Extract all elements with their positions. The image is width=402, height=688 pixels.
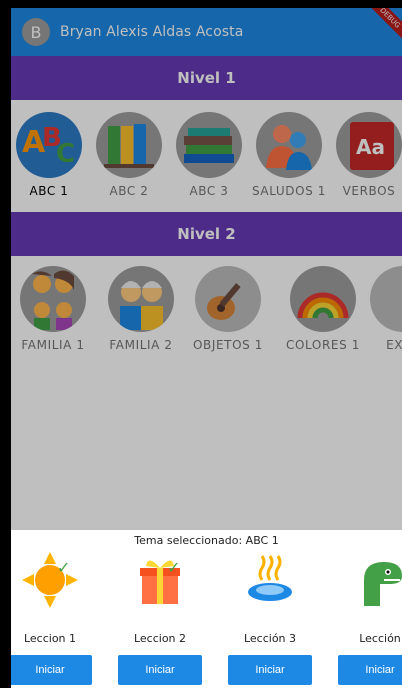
check-icon: ✓ [167,558,181,577]
lesson-bottom-sheet: Tema seleccionado: ABC 1 ✓ Leccion 1 Ini… [11,530,402,688]
modal-scrim[interactable] [11,8,402,530]
start-lesson-button[interactable]: Iniciar [11,655,92,685]
start-lesson-button[interactable]: Iniciar [118,655,202,685]
lesson-name: Lección 3 [243,632,297,645]
lesson-card-3: Lección 3 Iniciar [215,550,325,685]
check-icon: ✓ [57,558,71,577]
start-lesson-button[interactable]: Iniciar [338,655,402,685]
sun-icon [20,550,80,610]
lesson-name: Leccion 1 [23,632,77,645]
lesson-card-4: Lección Iniciar [325,550,402,685]
sheet-title: Tema seleccionado: ABC 1 [134,534,279,547]
dinosaur-icon [350,550,402,610]
lesson-card-1: ✓ Leccion 1 Iniciar [11,550,105,685]
home-screen: B Bryan Alexis Aldas Acosta DEBUG Nivel … [11,8,402,530]
phone-screen: B Bryan Alexis Aldas Acosta DEBUG Nivel … [11,8,402,688]
gift-icon [130,550,190,610]
start-lesson-button[interactable]: Iniciar [228,655,312,685]
lesson-name: Leccion 2 [133,632,187,645]
lesson-name: Lección [359,632,401,645]
hot-spring-icon [240,550,300,610]
lesson-card-2: ✓ Leccion 2 Iniciar [105,550,215,685]
